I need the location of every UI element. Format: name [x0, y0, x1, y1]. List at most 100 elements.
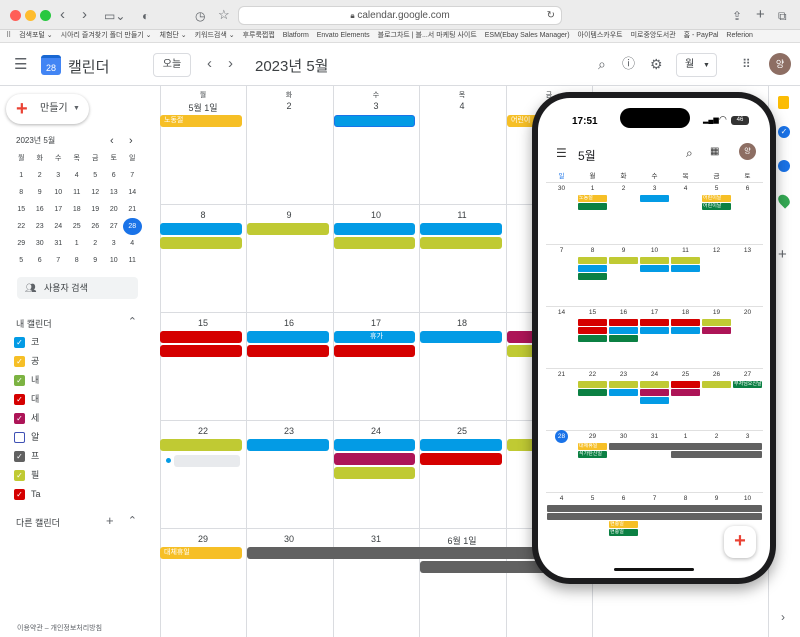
mini-day[interactable]: 23: [31, 218, 50, 235]
calendar-checkbox[interactable]: ✓: [14, 356, 25, 368]
phone-day-number[interactable]: 3: [639, 185, 670, 192]
mini-day[interactable]: 5: [12, 252, 31, 269]
phone-day-number[interactable]: 6: [608, 495, 639, 502]
phone-event-chip[interactable]: [640, 327, 669, 334]
mini-day[interactable]: 3: [105, 235, 124, 252]
phone-day-number[interactable]: 16: [608, 309, 639, 316]
calendar-item[interactable]: ✓ 세: [14, 410, 39, 426]
phone-event-chip[interactable]: 석가탄신일: [578, 451, 607, 458]
mini-day[interactable]: 1: [12, 167, 31, 184]
phone-event-chip[interactable]: [640, 257, 669, 264]
phone-day-number[interactable]: 11: [670, 247, 701, 254]
day-number[interactable]: 25: [419, 426, 505, 436]
bookmark-item[interactable]: 홈 - PayPal: [684, 30, 719, 42]
phone-day-number[interactable]: 14: [546, 309, 577, 316]
phone-event-chip[interactable]: [578, 203, 607, 210]
event-chip[interactable]: [247, 547, 547, 559]
phone-day-number[interactable]: 23: [608, 371, 639, 378]
day-number[interactable]: 2: [246, 101, 332, 111]
event-chip[interactable]: [247, 345, 329, 357]
close-window-button[interactable]: [10, 10, 21, 21]
mini-day[interactable]: 25: [68, 218, 87, 235]
mini-day[interactable]: 4: [68, 167, 87, 184]
phone-day-number[interactable]: 13: [732, 247, 763, 254]
phone-event-chip[interactable]: [578, 335, 607, 342]
calendar-item[interactable]: ✓ 대: [14, 391, 39, 407]
event-chip[interactable]: [334, 223, 415, 235]
event-chip[interactable]: [334, 237, 415, 249]
phone-event-chip[interactable]: [640, 195, 669, 202]
day-number[interactable]: 6월 1일: [419, 534, 505, 547]
calendar-item[interactable]: ✓ Ta: [14, 486, 41, 502]
sidebar-toggle-icon[interactable]: ▭⌄: [104, 7, 125, 25]
phone-day-number[interactable]: 5: [577, 495, 608, 502]
mini-next-icon[interactable]: ›: [129, 134, 133, 148]
phone-day-number[interactable]: 22: [577, 371, 608, 378]
bookmark-item[interactable]: 미로중앙도서관: [631, 30, 676, 42]
phone-day-number[interactable]: 25: [670, 371, 701, 378]
phone-event-chip[interactable]: [671, 319, 700, 326]
phone-event-chip[interactable]: [578, 389, 607, 396]
add-calendar-icon[interactable]: +: [106, 513, 114, 528]
phone-avatar[interactable]: 양: [739, 143, 756, 160]
event-chip[interactable]: [420, 331, 502, 343]
phone-day-number[interactable]: 8: [577, 247, 608, 254]
tab-overview-icon[interactable]: ⧉: [778, 7, 787, 25]
mini-day[interactable]: 12: [86, 184, 105, 201]
event-chip[interactable]: [420, 453, 502, 465]
phone-event-chip[interactable]: [640, 381, 669, 388]
phone-day-number[interactable]: 15: [577, 309, 608, 316]
phone-event-chip[interactable]: 부처님오신날: [733, 381, 762, 388]
phone-day-number[interactable]: 10: [732, 495, 763, 502]
day-number[interactable]: 5월 1일: [160, 101, 246, 114]
event-chip[interactable]: [420, 223, 502, 235]
settings-gear-icon[interactable]: ⚙: [650, 55, 663, 73]
phone-event-chip[interactable]: [578, 257, 607, 264]
phone-event-chip[interactable]: 노동절: [578, 195, 607, 202]
mini-day[interactable]: 7: [49, 252, 68, 269]
phone-event-chip[interactable]: [578, 381, 607, 388]
phone-event-chip[interactable]: [702, 327, 731, 334]
day-number[interactable]: 10: [333, 210, 419, 220]
day-number[interactable]: 4: [419, 101, 505, 111]
mini-day[interactable]: 19: [86, 201, 105, 218]
event-chip[interactable]: [334, 115, 415, 127]
phone-event-chip[interactable]: [640, 265, 669, 272]
phone-event-chip[interactable]: [609, 381, 638, 388]
calendar-checkbox[interactable]: ✓: [14, 413, 25, 425]
calendar-item[interactable]: ✓ 프: [14, 448, 39, 464]
phone-day-number[interactable]: 24: [639, 371, 670, 378]
day-number[interactable]: 15: [160, 318, 246, 328]
view-selector[interactable]: 월 ▼: [676, 53, 717, 77]
address-bar[interactable]: 🔒︎ calendar.google.com ↻: [238, 6, 562, 25]
phone-day-number[interactable]: 8: [670, 495, 701, 502]
footer-links[interactable]: 이용약관 – 개인정보처리방침: [17, 623, 102, 633]
bookmark-item[interactable]: Referion: [726, 30, 752, 42]
mini-day[interactable]: 11: [123, 252, 142, 269]
apps-grid-icon[interactable]: ⠿: [742, 55, 751, 73]
mini-day[interactable]: 28: [123, 218, 142, 235]
phone-event-chip[interactable]: [609, 389, 638, 396]
day-number[interactable]: 17: [333, 318, 419, 328]
day-number[interactable]: 9: [246, 210, 332, 220]
minimize-window-button[interactable]: [25, 10, 36, 21]
calendar-item[interactable]: ✓ 필: [14, 467, 39, 483]
event-chip[interactable]: [420, 561, 547, 573]
day-number[interactable]: 18: [419, 318, 505, 328]
mini-day[interactable]: 11: [68, 184, 87, 201]
day-number[interactable]: 24: [333, 426, 419, 436]
phone-event-chip[interactable]: [671, 265, 700, 272]
bookmark-item[interactable]: 검색포털 ⌄: [19, 30, 53, 42]
mini-day[interactable]: 2: [86, 235, 105, 252]
mini-day[interactable]: 31: [49, 235, 68, 252]
phone-event-chip[interactable]: [702, 319, 731, 326]
phone-event-chip[interactable]: 어린이날: [702, 195, 731, 202]
day-number[interactable]: 30: [246, 534, 332, 544]
day-number[interactable]: 23: [246, 426, 332, 436]
phone-day-number[interactable]: 9: [608, 247, 639, 254]
mini-day[interactable]: 5: [86, 167, 105, 184]
my-calendars-header[interactable]: 내 캘린더 ⌃: [16, 316, 141, 330]
today-button[interactable]: 오늘: [153, 53, 191, 77]
day-number[interactable]: 31: [333, 534, 419, 544]
search-icon[interactable]: ⌕: [598, 55, 606, 73]
